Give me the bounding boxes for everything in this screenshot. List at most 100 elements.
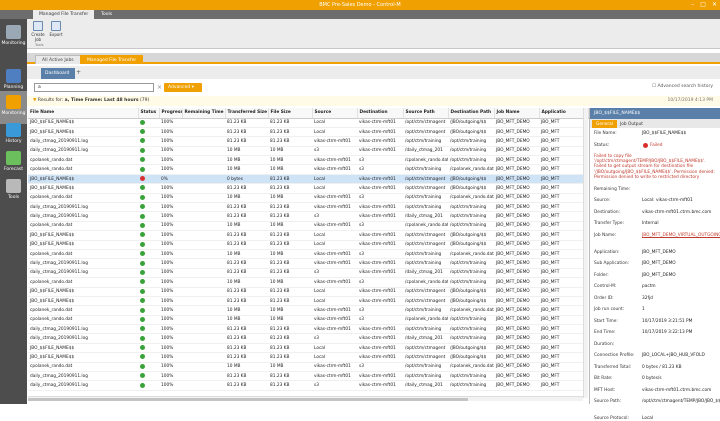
status-cell: [138, 118, 159, 128]
column-header[interactable]: Destination: [357, 108, 404, 119]
table-cell: 100%: [159, 155, 182, 166]
ribbon-tab-tools[interactable]: Tools: [95, 10, 118, 19]
column-header[interactable]: Source: [312, 108, 358, 119]
table-row[interactable]: JBO_$$FILE_NAME$$ 100% 81.23 KB 81.23 KB Loc…: [28, 343, 588, 354]
table-cell: JBO_MFT: [539, 155, 588, 166]
add-view-button[interactable]: +: [76, 69, 81, 76]
column-header[interactable]: Transferred Size: [225, 108, 269, 119]
table-cell: 81.23 KB: [268, 333, 312, 344]
table-row[interactable]: daily_ctmag_20190911.log 100% 81.23 KB 81.2…: [28, 258, 588, 269]
column-header[interactable]: File Name: [28, 108, 139, 119]
table-row[interactable]: cpolanek_rando.dat 100% 10 MB 10 MB vikas-ct…: [28, 164, 588, 175]
table-row[interactable]: JBO_$$FILE_NAME$$ 100% 81.23 KB 81.23 KB Loc…: [28, 352, 588, 363]
table-cell: /opt/ctm/training: [448, 136, 494, 147]
table-row[interactable]: daily_ctmag_20190911.log 100% 81.23 KB 81.2…: [28, 324, 588, 335]
table-row[interactable]: cpolanek_rando.dat 100% 10 MB 10 MB vikas-ct…: [28, 193, 588, 204]
tab-general[interactable]: General: [592, 120, 617, 128]
clear-search-icon[interactable]: ×: [157, 84, 162, 91]
table-row[interactable]: cpolanek_rando.dat 100% 10 MB 10 MB vikas-ct…: [28, 249, 588, 260]
table-row[interactable]: cpolanek_rando.dat 100% 10 MB 10 MB vikas-ct…: [28, 277, 588, 288]
nav-item-tools[interactable]: Tools: [0, 175, 27, 208]
table-row[interactable]: JBO_$$FILE_NAME$$ 100% 81.23 KB 81.23 KB Loc…: [28, 240, 588, 250]
table-vertical-scrollbar[interactable]: [583, 108, 588, 398]
table-cell: 10 MB: [268, 249, 312, 260]
table-cell: daily_ctmag_20190911.log: [28, 258, 138, 269]
table-cell: daily_ctmag_20190911.log: [28, 371, 138, 382]
table-cell: 10 MB: [268, 221, 312, 232]
table-cell: [182, 230, 225, 241]
table-row[interactable]: cpolanek_rando.dat 100% 10 MB 10 MB vikas-ct…: [28, 315, 588, 326]
table-cell: [182, 183, 225, 194]
column-header[interactable]: Applicatio: [539, 108, 589, 119]
column-header[interactable]: Status: [138, 108, 160, 119]
property-label: Transferred Total:: [594, 364, 632, 370]
status-ok-icon: [140, 232, 145, 238]
nav-item-monitoring-top[interactable]: Monitoring: [0, 21, 27, 54]
export-button[interactable]: Export: [48, 21, 64, 37]
tab-job-output[interactable]: Job Output: [616, 120, 647, 128]
table-cell: [182, 333, 225, 344]
column-header[interactable]: Progress: [159, 108, 183, 119]
table-row[interactable]: daily_ctmag_20190911.log 100% 81.23 KB 81.2…: [28, 333, 588, 344]
table-cell: /opt/ctm/training: [448, 155, 494, 166]
table-row[interactable]: JBO_$$FILE_NAME$$ 100% 81.23 KB 81.23 KB Loc…: [28, 287, 588, 297]
table-cell: [182, 211, 225, 222]
advanced-search-button[interactable]: Advanced ▾: [164, 83, 202, 92]
tab-all-active-jobs[interactable]: All Active Jobs: [35, 55, 81, 64]
table-row[interactable]: daily_ctmag_20190911.log 100% 81.23 KB 81.2…: [28, 202, 588, 213]
advanced-search-history-checkbox[interactable]: ☐ Advanced search history: [652, 84, 713, 89]
table-row[interactable]: cpolanek_rando.dat 100% 10 MB 10 MB vikas-ct…: [28, 305, 588, 316]
table-row[interactable]: JBO_$$FILE_NAME$$ 100% 81.23 KB 81.23 KB Loc…: [28, 127, 588, 138]
table-row[interactable]: daily_ctmag_20190911.log 100% 81.23 KB 81.2…: [28, 371, 588, 382]
table-cell: 81.23 KB: [225, 380, 268, 391]
table-row[interactable]: JBO_$$FILE_NAME$$ 0% 0 bytes 81.23 KB Local v…: [28, 174, 588, 185]
column-header[interactable]: Job Name: [494, 108, 540, 119]
column-header[interactable]: Remaining Time: [182, 108, 226, 119]
table-row[interactable]: daily_ctmag_20190911.log 100% 81.23 KB 81.2…: [28, 268, 588, 279]
table-row[interactable]: JBO_$$FILE_NAME$$ 100% 81.23 KB 81.23 KB Loc…: [28, 230, 588, 241]
table-row[interactable]: cpolanek_rando.dat 100% 10 MB 10 MB vikas-ct…: [28, 155, 588, 166]
scrollbar-thumb[interactable]: [28, 398, 468, 401]
table-cell: 100%: [159, 202, 182, 213]
status-ok-icon: [140, 129, 145, 135]
table-row[interactable]: daily_ctmag_20190911.log 100% 81.23 KB 81.2…: [28, 136, 588, 147]
status-ok-icon: [140, 147, 145, 153]
table-cell: daily_ctmag_20190911.log: [28, 136, 138, 147]
table-cell: 81.23 KB: [225, 371, 268, 382]
table-row[interactable]: JBO_$$FILE_NAME$$ 100% 81.23 KB 81.23 KB Loc…: [28, 296, 588, 307]
table-row[interactable]: cpolanek_rando.dat 100% 10 MB 10 MB vikas-ct…: [28, 362, 588, 373]
minimize-icon[interactable]: –: [691, 1, 694, 8]
property-label: Source Protocol:: [594, 415, 629, 421]
tab-dashboard[interactable]: Dashboard: [41, 68, 75, 79]
table-cell: 100%: [159, 127, 182, 138]
table-row[interactable]: JBO_$$FILE_NAME$$ 100% 81.23 KB 81.23 KB Loc…: [28, 118, 588, 128]
search-input[interactable]: a: [34, 83, 154, 92]
column-header[interactable]: Destination Path: [448, 108, 495, 119]
create-job-button[interactable]: Create Job: [30, 21, 46, 42]
table-cell: [182, 193, 225, 204]
status-ok-icon: [140, 354, 145, 360]
column-header[interactable]: File Size: [268, 108, 313, 119]
column-header[interactable]: Source Path: [403, 108, 449, 119]
table-cell: JBO_MFT: [539, 362, 588, 373]
table-row[interactable]: daily_ctmag_20190911.log 100% 10 MB 10 MB s3…: [28, 146, 588, 157]
table-cell: vikas-ctrm-mft01: [312, 362, 357, 373]
table-cell: [182, 352, 225, 363]
job-name-link[interactable]: JBO_MFT_DEMO_VIRTUAL_OUTGOING: [642, 233, 720, 238]
table-horizontal-scrollbar[interactable]: [28, 396, 583, 401]
tab-managed-file-transfer[interactable]: Managed File Transfer: [80, 55, 144, 64]
table-cell: vikas-ctrm-mft01: [312, 155, 357, 166]
table-cell: 100%: [159, 287, 182, 297]
table-cell: /JBO/outgoing/$$: [448, 230, 494, 241]
maximize-icon[interactable]: □: [700, 1, 706, 8]
table-row[interactable]: cpolanek_rando.dat 100% 10 MB 10 MB vikas-ct…: [28, 221, 588, 232]
status-ok-icon: [140, 326, 145, 332]
ribbon-tab-managed-file-transfer[interactable]: Managed File Transfer: [33, 10, 95, 19]
table-cell: /opt/ctm/training: [448, 315, 494, 326]
view-bar: Dashboard +: [27, 66, 720, 79]
table-cell: 100%: [159, 164, 182, 175]
table-row[interactable]: daily_ctmag_20190911.log 100% 81.23 KB 81.2…: [28, 211, 588, 222]
close-icon[interactable]: ✕: [712, 1, 717, 8]
table-row[interactable]: JBO_$$FILE_NAME$$ 100% 81.23 KB 81.23 KB Loc…: [28, 183, 588, 194]
table-row[interactable]: daily_ctmag_20190911.log 100% 81.23 KB 81.2…: [28, 380, 588, 391]
